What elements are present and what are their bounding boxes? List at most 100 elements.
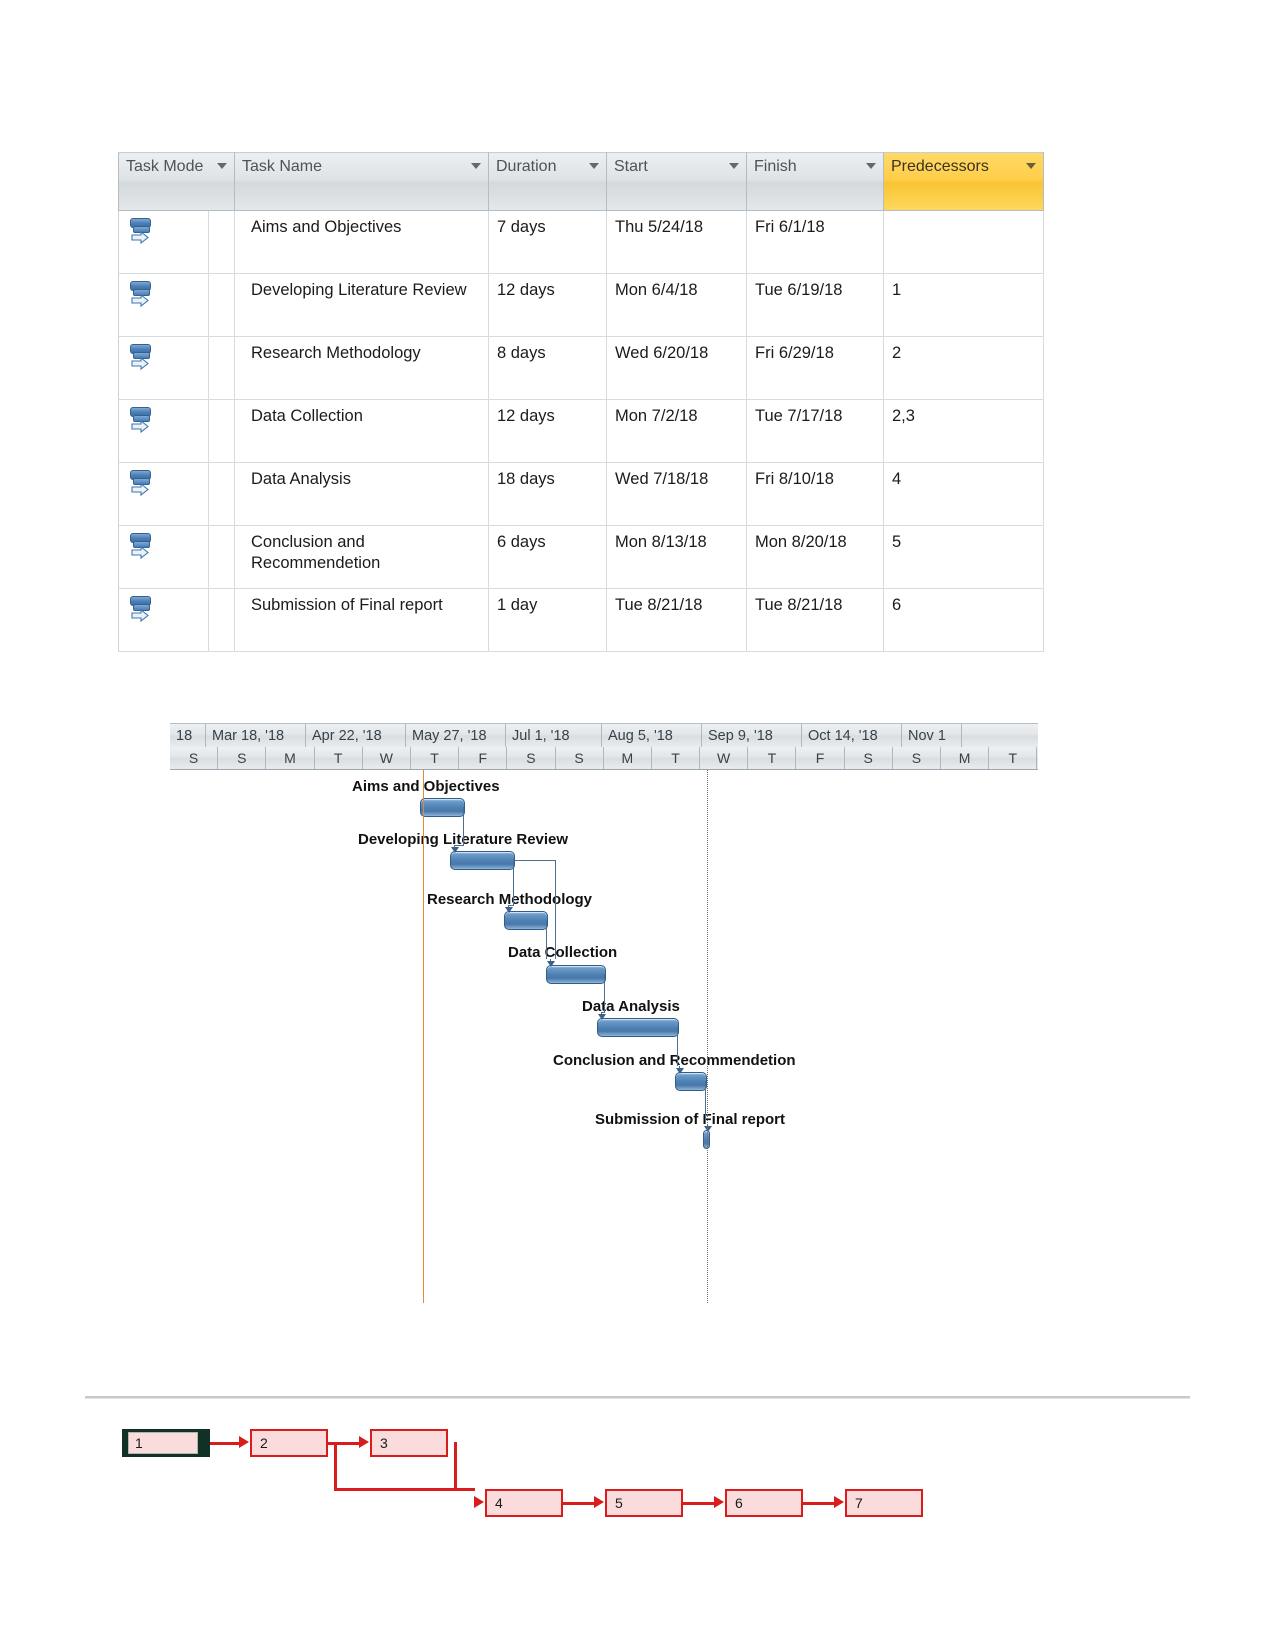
cell-finish[interactable]: Tue 6/19/18 [746, 273, 884, 337]
cell-finish[interactable]: Tue 7/17/18 [746, 399, 884, 463]
column-header-finish[interactable]: Finish [746, 152, 884, 211]
timeline-day-cell: T [652, 747, 701, 769]
network-node[interactable]: 7 [845, 1489, 923, 1517]
table-row[interactable]: Research Methodology 8 days Wed 6/20/18 Fri… [118, 336, 1044, 400]
cell-task-mode[interactable] [118, 462, 209, 526]
column-header-duration[interactable]: Duration [488, 152, 607, 211]
gantt-link-arrow [505, 907, 513, 913]
network-node[interactable]: 6 [725, 1489, 803, 1517]
column-header-start[interactable]: Start [606, 152, 747, 211]
filter-dropdown-icon[interactable] [471, 163, 481, 169]
network-node[interactable]: 2 [250, 1429, 328, 1457]
cell-finish[interactable]: Mon 8/20/18 [746, 525, 884, 589]
arrow-glyph [131, 546, 149, 559]
cell-predecessors[interactable]: 2 [883, 336, 1044, 400]
table-row[interactable]: Data Collection 12 days Mon 7/2/18 Tue 7/17… [118, 399, 1044, 463]
cell-task-name[interactable]: Data Analysis [234, 462, 489, 526]
cell-start[interactable]: Wed 7/18/18 [606, 462, 747, 526]
timeline-week-cell: Apr 22, '18 [306, 724, 406, 747]
timeline-week-cell: Aug 5, '18 [602, 724, 702, 747]
cell-start[interactable]: Mon 6/4/18 [606, 273, 747, 337]
timeline-week-cell: 18 [170, 724, 206, 747]
gantt-link-arrow [547, 961, 555, 967]
cell-predecessors[interactable]: 4 [883, 462, 1044, 526]
cell-start[interactable]: Wed 6/20/18 [606, 336, 747, 400]
gantt-bar-label: Submission of Final report [595, 1111, 786, 1128]
cell-predecessors[interactable]: 6 [883, 588, 1044, 652]
network-node[interactable]: 4 [485, 1489, 563, 1517]
filter-dropdown-icon[interactable] [1026, 163, 1036, 169]
gantt-bar[interactable] [675, 1072, 707, 1091]
cell-predecessors[interactable]: 2,3 [883, 399, 1044, 463]
gantt-bar[interactable] [504, 911, 548, 930]
cell-indicator [208, 273, 235, 337]
cell-duration[interactable]: 7 days [488, 210, 607, 274]
gantt-link [705, 1081, 706, 1124]
column-header-task-name[interactable]: Task Name [234, 152, 489, 211]
gantt-bar[interactable] [597, 1018, 679, 1037]
filter-dropdown-icon[interactable] [866, 163, 876, 169]
cell-duration[interactable]: 12 days [488, 399, 607, 463]
cell-start[interactable]: Mon 8/13/18 [606, 525, 747, 589]
gantt-bar[interactable] [546, 965, 606, 984]
cell-task-name[interactable]: Conclusion and Recommendetion [234, 525, 489, 589]
gantt-bar[interactable] [420, 798, 465, 817]
timeline-day-cell: F [459, 747, 508, 769]
cell-predecessors[interactable]: 1 [883, 273, 1044, 337]
cell-indicator [208, 525, 235, 589]
cell-task-name[interactable]: Aims and Objectives [234, 210, 489, 274]
table-row[interactable]: Data Analysis 18 days Wed 7/18/18 Fri 8/10/… [118, 462, 1044, 526]
cell-start[interactable]: Thu 5/24/18 [606, 210, 747, 274]
cell-task-name[interactable]: Research Methodology [234, 336, 489, 400]
gantt-link [463, 807, 464, 845]
cell-duration[interactable]: 8 days [488, 336, 607, 400]
gantt-link-arrow [598, 1014, 606, 1020]
cell-task-name[interactable]: Submission of Final report [234, 588, 489, 652]
table-row[interactable]: Submission of Final report 1 day Tue 8/21/… [118, 588, 1044, 652]
table-row[interactable]: Aims and Objectives 7 days Thu 5/24/18 Fri … [118, 210, 1044, 274]
cell-finish[interactable]: Fri 6/29/18 [746, 336, 884, 400]
cell-task-mode[interactable] [118, 588, 209, 652]
cell-duration[interactable]: 1 day [488, 588, 607, 652]
network-node[interactable]: 1 [122, 1429, 210, 1457]
cell-finish[interactable]: Tue 8/21/18 [746, 588, 884, 652]
network-link-arrow [239, 1436, 249, 1448]
arrow-glyph [131, 294, 149, 307]
cell-task-mode[interactable] [118, 336, 209, 400]
cell-predecessors[interactable]: 5 [883, 525, 1044, 589]
cell-duration[interactable]: 18 days [488, 462, 607, 526]
cell-task-mode[interactable] [118, 525, 209, 589]
cell-task-mode[interactable] [118, 399, 209, 463]
cell-task-name[interactable]: Developing Literature Review [234, 273, 489, 337]
cell-indicator [208, 336, 235, 400]
column-header-task-mode[interactable]: Task Mode [118, 152, 235, 211]
network-link-arrow [834, 1496, 844, 1508]
table-row[interactable]: Conclusion and Recommendetion 6 days Mon 8… [118, 525, 1044, 589]
filter-dropdown-icon[interactable] [589, 163, 599, 169]
gantt-link-arrow [676, 1068, 684, 1074]
cell-start[interactable]: Mon 7/2/18 [606, 399, 747, 463]
timeline-day-cell: F [796, 747, 845, 769]
filter-dropdown-icon[interactable] [729, 163, 739, 169]
cell-start[interactable]: Tue 8/21/18 [606, 588, 747, 652]
cell-duration[interactable]: 6 days [488, 525, 607, 589]
table-row[interactable]: Developing Literature Review 12 days Mon 6… [118, 273, 1044, 337]
filter-dropdown-icon[interactable] [217, 163, 227, 169]
gantt-link [677, 1027, 678, 1066]
gantt-bar[interactable] [450, 851, 515, 870]
cell-duration[interactable]: 12 days [488, 273, 607, 337]
cell-task-mode[interactable] [118, 210, 209, 274]
network-node[interactable]: 5 [605, 1489, 683, 1517]
gantt-bar-label: Data Collection [508, 944, 618, 961]
cell-finish[interactable]: Fri 6/1/18 [746, 210, 884, 274]
cell-task-name[interactable]: Data Collection [234, 399, 489, 463]
gantt-bar-label: Conclusion and Recommendetion [553, 1052, 796, 1069]
column-header-duration-label: Duration [496, 158, 557, 175]
column-header-predecessors[interactable]: Predecessors [883, 152, 1044, 211]
cell-finish[interactable]: Fri 8/10/18 [746, 462, 884, 526]
cell-task-mode[interactable] [118, 273, 209, 337]
network-node[interactable]: 3 [370, 1429, 448, 1457]
gantt-chart: 18 Mar 18, '18 Apr 22, '18 May 27, '18 Jul 1… [170, 723, 1038, 1303]
cell-indicator [208, 462, 235, 526]
cell-predecessors[interactable] [883, 210, 1044, 274]
